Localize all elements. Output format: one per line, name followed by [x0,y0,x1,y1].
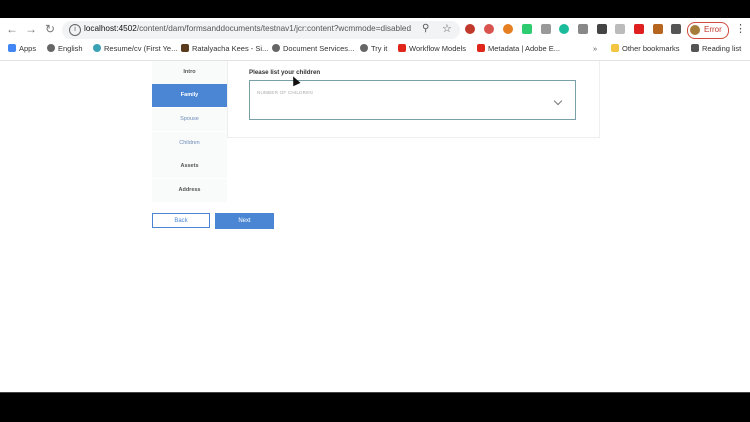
chevron-down-icon [553,96,563,106]
bookmark-item[interactable]: Other bookmarks [611,44,680,53]
adobe-icon [477,44,485,52]
screen-top-bar [0,0,750,18]
nav-item-spouse[interactable]: Spouse [152,108,227,131]
folder-icon [611,44,619,52]
bookmark-item[interactable]: Try it [360,44,387,53]
profile-error-button[interactable]: Error [687,22,729,39]
form-side-nav: Intro Family Spouse Children Assets Addr… [152,61,227,203]
extensions-puzzle-icon[interactable] [671,24,681,34]
screen-bottom-bar [0,392,750,422]
next-button[interactable]: Next [215,213,274,229]
more-bookmarks-chevron-icon[interactable]: » [593,44,597,53]
url-text: localhost:4502/content/dam/formsanddocum… [84,24,412,33]
extension-doc-icon[interactable] [615,24,625,34]
bookmark-star-icon[interactable]: ☆ [442,22,452,35]
nav-item-children[interactable]: Children [152,132,227,155]
nav-item-intro[interactable]: Intro [152,61,227,84]
bookmark-item[interactable]: Workflow Models [398,44,466,53]
bookmark-item[interactable]: Apps [8,44,36,53]
bookmark-item[interactable]: Resume/cv (First Ye... [93,44,177,53]
back-arrow-icon[interactable]: ← [5,22,19,36]
apps-grid-icon [8,44,16,52]
kebab-menu-icon[interactable]: ⋮ [735,22,746,35]
extension-orange-icon[interactable] [503,24,513,34]
bookmark-item[interactable]: Ratalyacha Kees - Si... [181,44,268,53]
extension-brown-icon[interactable] [653,24,663,34]
extension-gray-icon[interactable] [541,24,551,34]
number-of-children-dropdown[interactable]: NUMBER OF CHILDREN [249,80,576,120]
extension-puzzle-icon[interactable] [597,24,607,34]
children-question-label: Please list your children [249,69,321,76]
bookmark-item[interactable]: Reading list [691,44,741,53]
list-icon [691,44,699,52]
globe-icon [360,44,368,52]
info-icon[interactable]: i [69,24,81,36]
adobe-icon [398,44,406,52]
nav-item-family[interactable]: Family [152,84,227,107]
dropdown-placeholder: NUMBER OF CHILDREN [257,90,313,95]
extension-grammarly-icon[interactable] [559,24,569,34]
nav-item-assets[interactable]: Assets [152,155,227,178]
image-icon [181,44,189,52]
extension-green-icon[interactable] [522,24,532,34]
extension-adblock-icon[interactable] [484,24,494,34]
browser-chrome: ← → ↻ i localhost:4502/content/dam/forms… [0,18,750,61]
bookmark-item[interactable]: English [47,44,83,53]
address-bar[interactable]: i localhost:4502/content/dam/formsanddoc… [62,21,460,39]
back-button[interactable]: Back [152,213,210,228]
globe-icon [272,44,280,52]
extension-red-icon[interactable] [465,24,475,34]
bookmarks-bar: Apps English Resume/cv (First Ye... Rata… [0,42,750,59]
globe-icon [47,44,55,52]
bookmark-item[interactable]: Document Services... [272,44,354,53]
extension-dark-icon[interactable] [578,24,588,34]
page-content: Intro Family Spouse Children Assets Addr… [0,61,750,392]
extension-red-square-icon[interactable] [634,24,644,34]
nav-item-address[interactable]: Address [152,179,227,202]
avatar [690,25,700,35]
forward-arrow-icon[interactable]: → [24,22,38,36]
search-icon[interactable]: ⚲ [422,23,429,34]
reload-icon[interactable]: ↻ [43,22,57,36]
browser-toolbar: ← → ↻ i localhost:4502/content/dam/forms… [0,18,750,42]
bookmark-item[interactable]: Metadata | Adobe E... [477,44,560,53]
bulb-icon [93,44,101,52]
